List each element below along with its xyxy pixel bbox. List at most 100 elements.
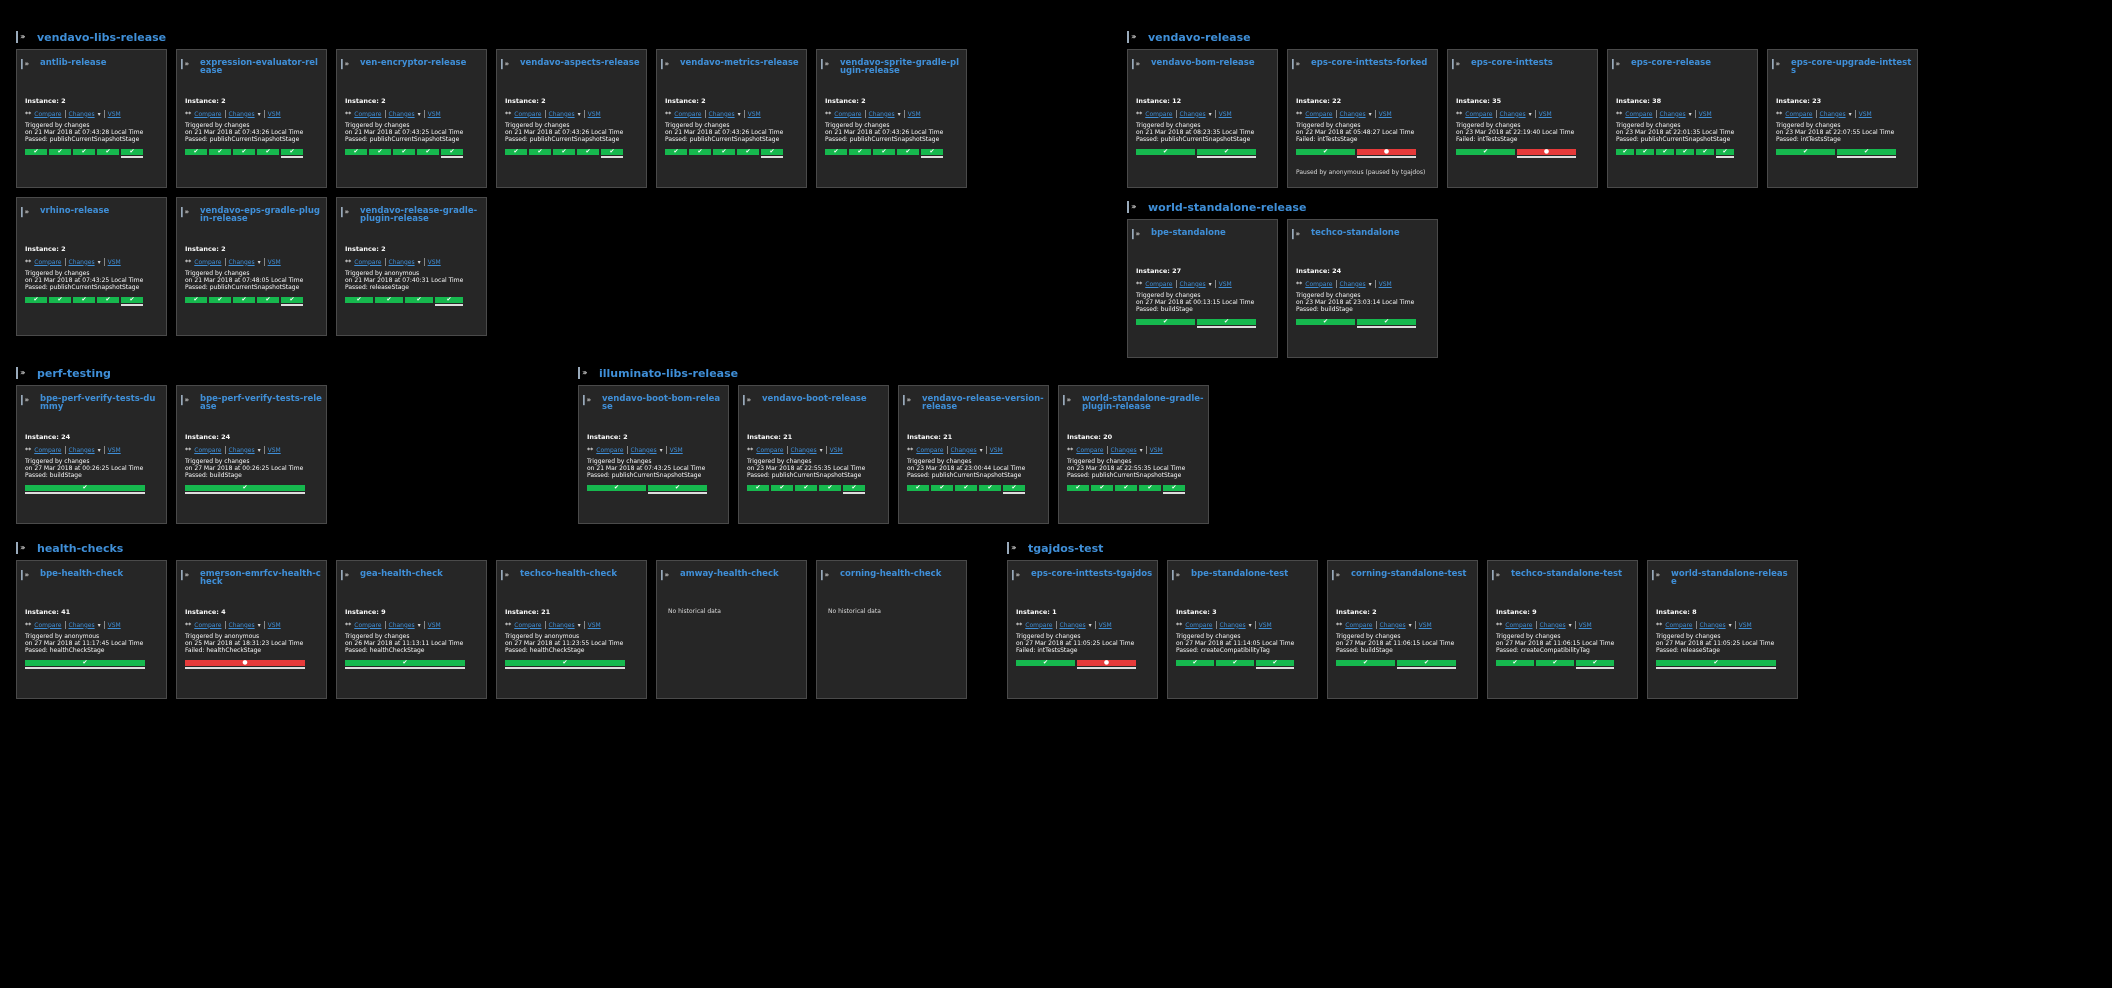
compare-link[interactable]: Compare — [674, 111, 701, 118]
changes-link[interactable]: Changes — [791, 447, 817, 454]
changes-link[interactable]: Changes — [1180, 281, 1206, 288]
vsm-link[interactable]: VSM — [1150, 447, 1163, 454]
compare-link[interactable]: Compare — [194, 111, 221, 118]
stage-passed[interactable]: ✔ — [233, 297, 255, 303]
changes-link[interactable]: Changes — [631, 447, 657, 454]
compare-link[interactable]: Compare — [34, 447, 61, 454]
stage-passed[interactable]: ✔ — [955, 485, 977, 491]
caret-down-icon[interactable]: ▾ — [578, 622, 581, 629]
vsm-link[interactable]: VSM — [1219, 111, 1232, 118]
stage-passed[interactable]: ✔ — [25, 660, 145, 669]
stage-passed[interactable]: ✔ — [1296, 149, 1355, 155]
stage-passed[interactable]: ✔ — [25, 149, 47, 155]
changes-link[interactable]: Changes — [1660, 111, 1686, 118]
stage-failed[interactable]: ● — [185, 660, 305, 669]
compare-link[interactable]: Compare — [354, 111, 381, 118]
pipeline-name[interactable]: eps-core-upgrade-inttests — [1791, 59, 1913, 76]
stage-passed[interactable]: ✔ — [587, 485, 646, 491]
caret-down-icon[interactable]: ▾ — [1529, 111, 1532, 118]
stage-passed[interactable]: ✔ — [979, 485, 1001, 491]
stage-passed[interactable]: ✔ — [25, 485, 145, 494]
stage-passed[interactable]: ✔ — [931, 485, 953, 491]
vsm-link[interactable]: VSM — [908, 111, 921, 118]
stage-passed[interactable]: ✔ — [97, 149, 119, 155]
stage-passed[interactable]: ✔ — [405, 297, 433, 303]
stage-passed[interactable]: ✔ — [747, 485, 769, 491]
caret-down-icon[interactable]: ▾ — [258, 111, 261, 118]
caret-down-icon[interactable]: ▾ — [258, 622, 261, 629]
changes-link[interactable]: Changes — [389, 259, 415, 266]
vsm-link[interactable]: VSM — [748, 111, 761, 118]
stage-passed[interactable]: ✔ — [185, 297, 207, 303]
caret-down-icon[interactable]: ▾ — [578, 111, 581, 118]
stage-passed[interactable]: ✔ — [1216, 660, 1254, 666]
stage-passed[interactable]: ✔ — [209, 297, 231, 303]
compare-link[interactable]: Compare — [916, 447, 943, 454]
stage-passed[interactable]: ✔ — [345, 660, 465, 669]
stage-passed[interactable]: ✔ — [1676, 149, 1694, 155]
stage-passed[interactable]: ✔ — [97, 297, 119, 303]
changes-link[interactable]: Changes — [1340, 281, 1366, 288]
vsm-link[interactable]: VSM — [108, 447, 121, 454]
stage-passed[interactable]: ✔ — [825, 149, 847, 155]
changes-link[interactable]: Changes — [69, 622, 95, 629]
compare-link[interactable]: Compare — [1185, 622, 1212, 629]
stage-failed[interactable]: ● — [1517, 149, 1576, 158]
stage-passed[interactable]: ✔ — [257, 297, 279, 303]
pipeline-name[interactable]: eps-core-inttests-forked — [1311, 59, 1427, 68]
stage-passed[interactable]: ✔ — [1176, 660, 1214, 666]
caret-down-icon[interactable]: ▾ — [98, 447, 101, 454]
pipeline-name[interactable]: bpe-standalone-test — [1191, 570, 1288, 579]
stage-passed[interactable]: ✔ — [1397, 660, 1456, 669]
stage-passed[interactable]: ✔ — [873, 149, 895, 155]
vsm-link[interactable]: VSM — [670, 447, 683, 454]
stage-passed[interactable]: ✔ — [73, 297, 95, 303]
changes-link[interactable]: Changes — [1500, 111, 1526, 118]
caret-down-icon[interactable]: ▾ — [1089, 622, 1092, 629]
vsm-link[interactable]: VSM — [1579, 622, 1592, 629]
changes-link[interactable]: Changes — [869, 111, 895, 118]
stage-passed[interactable]: ✔ — [665, 149, 687, 155]
vsm-link[interactable]: VSM — [1379, 281, 1392, 288]
stage-passed[interactable]: ✔ — [393, 149, 415, 155]
stage-passed[interactable]: ✔ — [1091, 485, 1113, 491]
pipeline-name[interactable]: vendavo-boot-bom-release — [602, 395, 724, 412]
vsm-link[interactable]: VSM — [268, 259, 281, 266]
pipeline-name[interactable]: vendavo-metrics-release — [680, 59, 799, 68]
stage-passed[interactable]: ✔ — [601, 149, 623, 158]
pipeline-name[interactable]: ven-encryptor-release — [360, 59, 466, 68]
vsm-link[interactable]: VSM — [1539, 111, 1552, 118]
changes-link[interactable]: Changes — [951, 447, 977, 454]
vsm-link[interactable]: VSM — [428, 111, 441, 118]
compare-link[interactable]: Compare — [194, 259, 221, 266]
group-title[interactable]: health-checks — [37, 542, 123, 555]
pipeline-name[interactable]: techco-standalone-test — [1511, 570, 1622, 579]
stage-passed[interactable]: ✔ — [1067, 485, 1089, 491]
changes-link[interactable]: Changes — [69, 259, 95, 266]
vsm-link[interactable]: VSM — [268, 622, 281, 629]
stage-passed[interactable]: ✔ — [577, 149, 599, 155]
compare-link[interactable]: Compare — [1305, 281, 1332, 288]
stage-passed[interactable]: ✔ — [1136, 149, 1195, 155]
vsm-link[interactable]: VSM — [108, 111, 121, 118]
stage-passed[interactable]: ✔ — [1696, 149, 1714, 155]
group-title[interactable]: vendavo-release — [1148, 31, 1251, 44]
caret-down-icon[interactable]: ▾ — [820, 447, 823, 454]
caret-down-icon[interactable]: ▾ — [418, 111, 421, 118]
compare-link[interactable]: Compare — [1145, 281, 1172, 288]
group-title[interactable]: vendavo-libs-release — [37, 31, 166, 44]
stage-passed[interactable]: ✔ — [1336, 660, 1395, 666]
changes-link[interactable]: Changes — [549, 622, 575, 629]
stage-passed[interactable]: ✔ — [49, 297, 71, 303]
compare-link[interactable]: Compare — [834, 111, 861, 118]
stage-passed[interactable]: ✔ — [121, 297, 143, 306]
changes-link[interactable]: Changes — [1380, 622, 1406, 629]
caret-down-icon[interactable]: ▾ — [1209, 111, 1212, 118]
stage-passed[interactable]: ✔ — [505, 149, 527, 155]
stage-passed[interactable]: ✔ — [1616, 149, 1634, 155]
pipeline-name[interactable]: bpe-perf-verify-tests-release — [200, 395, 322, 412]
vsm-link[interactable]: VSM — [1859, 111, 1872, 118]
pipeline-name[interactable]: world-standalone-gradle-plugin-release — [1082, 395, 1204, 412]
stage-passed[interactable]: ✔ — [1016, 660, 1075, 666]
stage-passed[interactable]: ✔ — [1357, 319, 1416, 328]
